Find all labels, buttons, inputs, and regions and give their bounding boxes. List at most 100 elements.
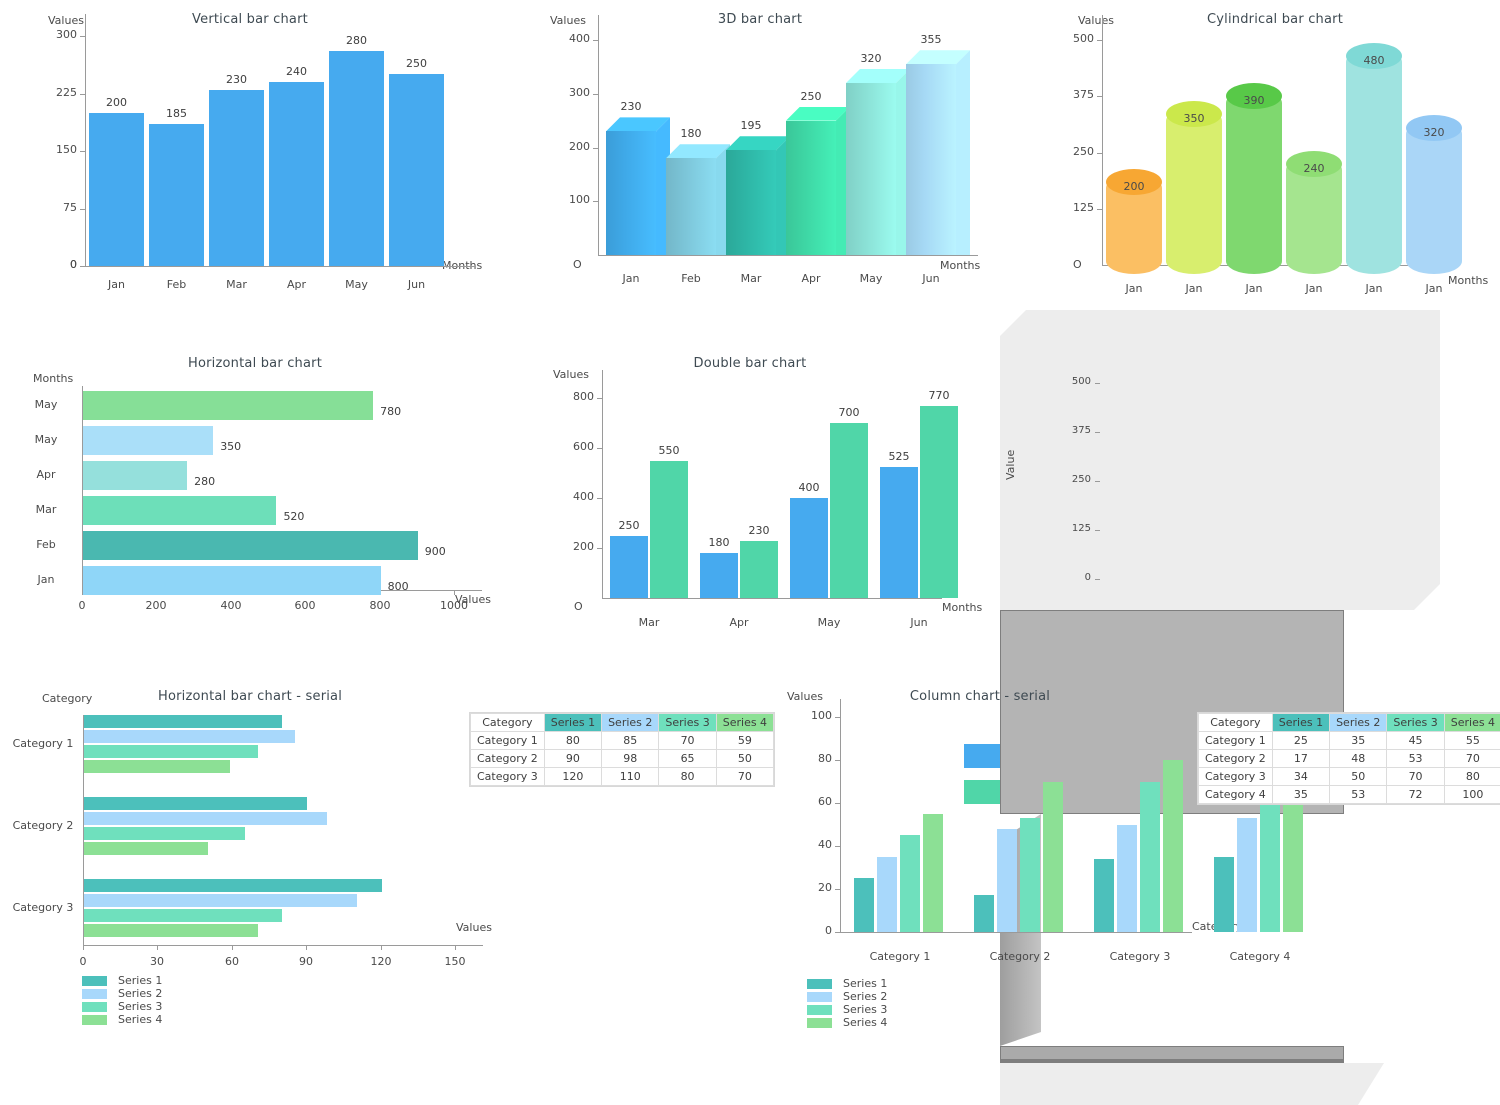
table-cell-value: 17 — [1272, 750, 1329, 768]
cylinder-value-label: 200 — [1106, 180, 1162, 193]
x-tick-label: 600 — [285, 599, 325, 612]
y-category-label: Jan — [20, 573, 72, 586]
table-header-series: Series 3 — [659, 714, 716, 732]
cylinder-body — [1226, 90, 1282, 275]
cylinder-body — [1166, 108, 1222, 275]
bar-value-label: 240 — [259, 65, 334, 78]
y-tick-label: 300 — [41, 28, 77, 41]
y-tick-label: 200 — [554, 140, 590, 153]
cylinder: 350 — [1166, 101, 1222, 281]
table-cell-value: 35 — [1330, 732, 1387, 750]
legend-label: Series 1 — [843, 977, 887, 990]
bar — [83, 496, 276, 525]
legend: Series 1Series 2 — [540, 340, 1050, 640]
table-header-row: CategorySeries 1Series 2Series 3Series 4 — [1199, 714, 1500, 732]
table-cell-category: Category 4 — [1199, 786, 1273, 804]
bar-front-face — [906, 64, 956, 255]
table-header-series: Series 1 — [544, 714, 601, 732]
legend-item: Series 1 — [82, 974, 162, 987]
y-tick-label: 375 — [1058, 88, 1094, 101]
legend-swatch — [82, 1015, 107, 1025]
chart-3d-bar: 3D bar chart Values Months O 10020030040… — [520, 0, 1000, 300]
y-tickmark — [593, 148, 598, 149]
bar-value-label: 280 — [319, 34, 394, 47]
table-row: Category 180857059 — [471, 732, 774, 750]
legend: Series 1Series 2Series 3Series 4 — [770, 680, 1230, 1047]
y-tickmark — [80, 36, 85, 37]
y-category-label: May — [20, 433, 72, 446]
table-cell-value: 70 — [1444, 750, 1500, 768]
y-axis — [1102, 15, 1103, 265]
plot-top-strip — [1000, 1046, 1344, 1059]
table-cell-value: 120 — [544, 768, 601, 786]
cylinder-value-label: 390 — [1226, 94, 1282, 107]
legend-label: Series 3 — [843, 1003, 887, 1016]
legend-swatch — [807, 992, 832, 1002]
legend-label: Series 2 — [843, 990, 887, 1003]
bar — [389, 74, 444, 266]
y-tick-label: 125 — [1058, 201, 1094, 214]
cylinder: 240 — [1286, 151, 1342, 281]
table-row: Category 4355372100 — [1199, 786, 1500, 804]
table-header-series: Series 4 — [716, 714, 773, 732]
y-tickmark — [1095, 530, 1100, 531]
legend-item: Series 4 — [807, 1016, 887, 1029]
bar-value-label: 320 — [834, 52, 908, 65]
table-cell-category: Category 1 — [1199, 732, 1273, 750]
x-category-label: Jun — [377, 278, 456, 291]
y-tick-label: 500 — [1051, 376, 1091, 387]
x-tick-label: 800 — [360, 599, 400, 612]
y-tickmark — [80, 151, 85, 152]
y-tickmark — [1097, 96, 1102, 97]
bar-value-label: 230 — [594, 100, 668, 113]
legend-swatch — [82, 989, 107, 999]
cylinder-body — [1406, 121, 1462, 274]
cylinder-value-label: 240 — [1286, 162, 1342, 175]
x-tickmark — [454, 590, 455, 595]
legend-swatch — [807, 1005, 832, 1015]
bar-front-face — [666, 158, 716, 255]
bar-front-face — [786, 121, 836, 255]
table-cell-value: 90 — [544, 750, 601, 768]
table-cell-value: 110 — [602, 768, 659, 786]
cylinder-value-label: 480 — [1346, 54, 1402, 67]
y-tick-label: 75 — [41, 201, 77, 214]
table-cell-value: 65 — [659, 750, 716, 768]
bar-value-label: 250 — [379, 57, 454, 70]
y-category-label: Mar — [20, 503, 72, 516]
table-header-series: Series 3 — [1387, 714, 1444, 732]
bar-value-label: 350 — [220, 440, 264, 453]
y-axis — [85, 14, 86, 266]
table-header-category: Category — [471, 714, 545, 732]
legend-item: Series 2 — [807, 990, 887, 1003]
plot-area: 100200300400230Jan180Feb195Mar250Apr320M… — [520, 0, 1000, 300]
y-tickmark — [593, 94, 598, 95]
legend-item: Series 2 — [82, 987, 162, 1000]
x-axis — [598, 255, 978, 256]
cylinder-body — [1346, 49, 1402, 274]
plot-area: 075150225300200Jan185Feb230Mar240Apr280M… — [0, 0, 500, 300]
data-table-horizontal-serial: CategorySeries 1Series 2Series 3Series 4… — [470, 713, 774, 786]
legend-item: Series 3 — [82, 1000, 162, 1013]
chart-coordinate-system-3d: Coordinate system 3D 0125250375500 Value — [1000, 310, 1500, 650]
legend-swatch — [82, 976, 107, 986]
legend: Series 1Series 2Series 3Series 4 — [0, 670, 500, 1047]
x-category-label: Jan — [1394, 282, 1474, 295]
y-tickmark — [1095, 383, 1100, 384]
legend-label: Series 2 — [118, 987, 162, 1000]
table-cell-value: 45 — [1387, 732, 1444, 750]
bar — [83, 391, 373, 420]
bar — [83, 426, 213, 455]
plot-area: 0125250375500 — [1000, 310, 1500, 650]
y-tickmark — [593, 40, 598, 41]
y-tick-label: 225 — [41, 86, 77, 99]
chart-double-bar: Double bar chart Values Months O 2004006… — [540, 340, 1050, 640]
table-header-series: Series 4 — [1444, 714, 1500, 732]
chart-horizontal-bar: Horizontal bar chart Months Values 02004… — [0, 340, 510, 630]
x-tick-label: 200 — [136, 599, 176, 612]
data-table-column-serial: CategorySeries 1Series 2Series 3Series 4… — [1198, 713, 1500, 804]
y-axis-label: Value — [1004, 450, 1017, 480]
table-cell-value: 50 — [716, 750, 773, 768]
legend-item: Series 3 — [807, 1003, 887, 1016]
y-tick-label: 100 — [554, 193, 590, 206]
